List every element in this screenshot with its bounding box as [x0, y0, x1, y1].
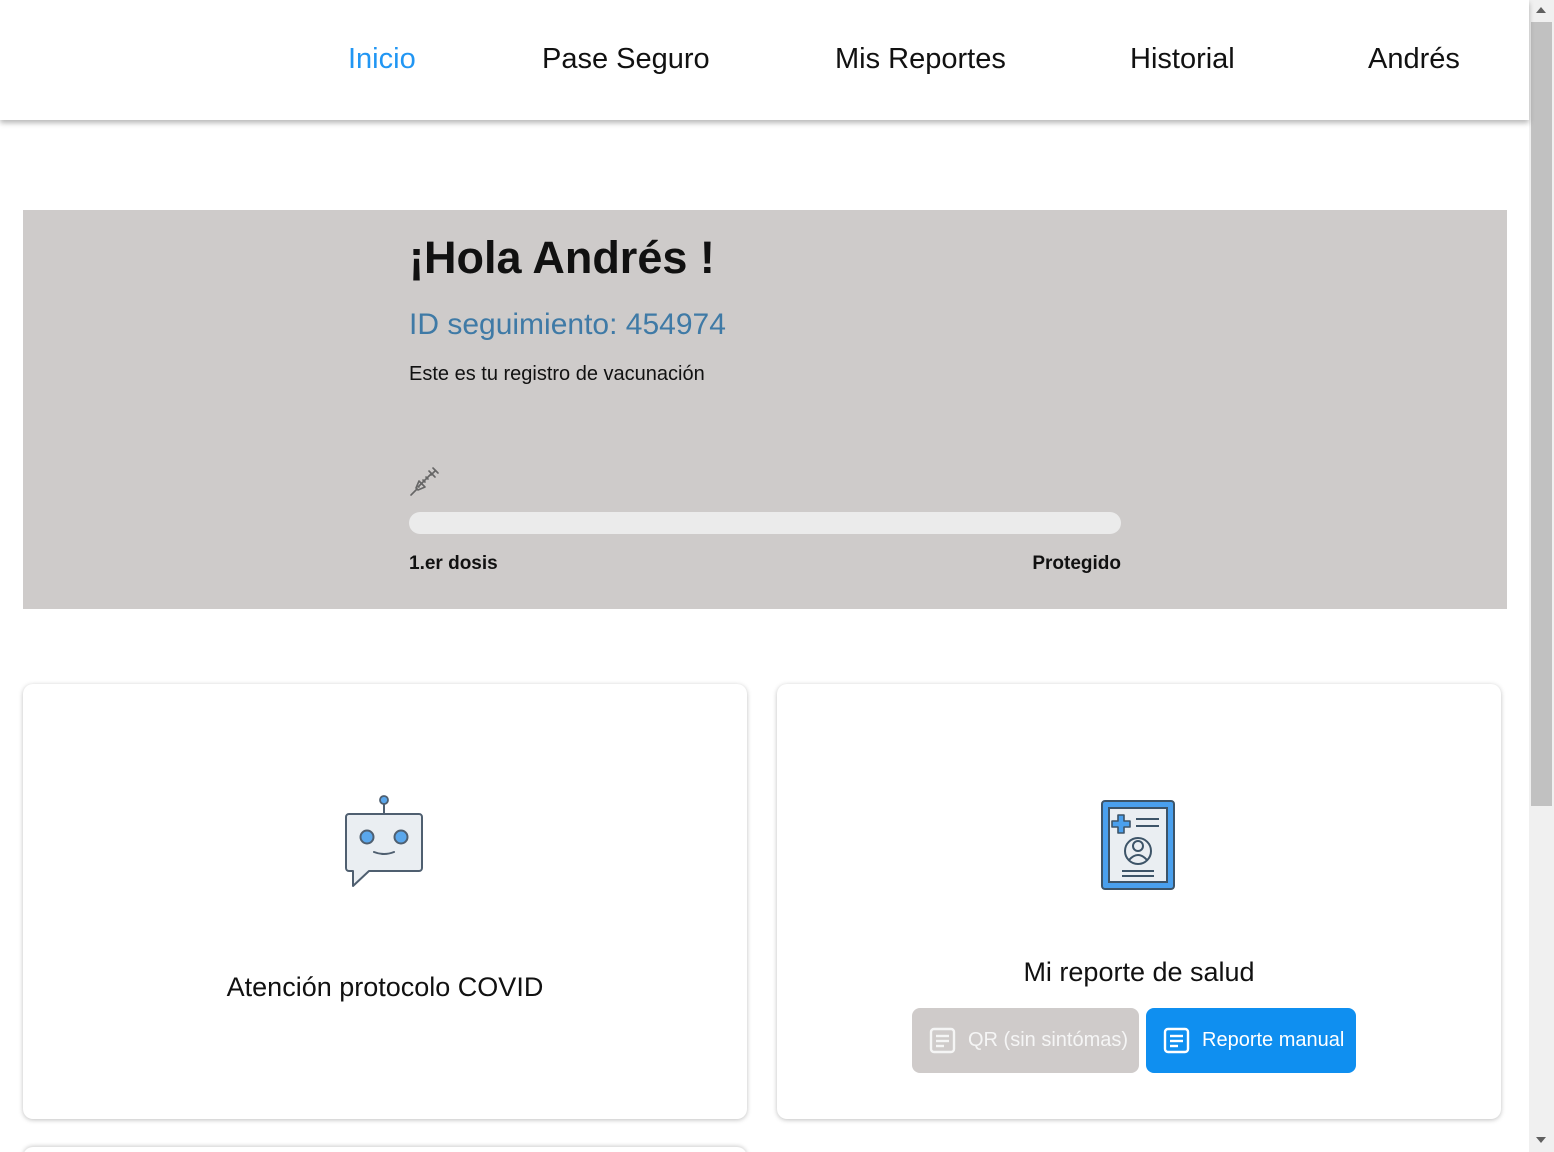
next-card-partial: [23, 1147, 747, 1152]
nav-item-user-menu[interactable]: Andrés: [1368, 40, 1460, 78]
health-report-card: Mi reporte de salud QR (sin sintómas) Re…: [777, 684, 1501, 1119]
robot-chat-icon: [345, 795, 423, 887]
syringe-icon: [410, 467, 439, 496]
qr-no-symptoms-button[interactable]: QR (sin sintómas): [912, 1008, 1139, 1073]
covid-protocol-title: Atención protocolo COVID: [226, 972, 544, 1002]
tracking-id: ID seguimiento: 454974: [409, 308, 726, 341]
qr-no-symptoms-label: QR (sin sintómas): [968, 1029, 1129, 1051]
vertical-scrollbar[interactable]: [1529, 0, 1554, 1152]
scroll-thumb[interactable]: [1531, 22, 1552, 806]
top-nav-bar: Inicio Pase Seguro Mis Reportes Historia…: [0, 0, 1529, 120]
document-icon: [1163, 1027, 1190, 1054]
vaccination-subtitle: Este es tu registro de vacunación: [409, 363, 705, 385]
covid-protocol-card[interactable]: Atención protocolo COVID: [23, 684, 747, 1119]
nav-item-historial[interactable]: Historial: [1130, 40, 1235, 78]
manual-report-label: Reporte manual: [1202, 1029, 1345, 1051]
nav-item-inicio[interactable]: Inicio: [348, 40, 416, 78]
page: Inicio Pase Seguro Mis Reportes Historia…: [0, 0, 1554, 1152]
document-icon: [929, 1027, 956, 1054]
scroll-up-arrow-icon[interactable]: [1536, 7, 1546, 13]
progress-end-label: Protegido: [1032, 553, 1121, 574]
scroll-down-arrow-icon[interactable]: [1536, 1137, 1546, 1143]
manual-report-button[interactable]: Reporte manual: [1146, 1008, 1356, 1073]
nav-item-pase-seguro[interactable]: Pase Seguro: [542, 40, 710, 78]
vaccination-progress-bar: [409, 512, 1121, 534]
progress-start-label: 1.er dosis: [409, 553, 498, 574]
greeting-title: ¡Hola Andrés !: [409, 232, 715, 283]
health-report-title: Mi reporte de salud: [1023, 957, 1255, 987]
nav-item-mis-reportes[interactable]: Mis Reportes: [835, 40, 1006, 78]
medical-record-icon: [1101, 800, 1175, 890]
vaccination-hero: ¡Hola Andrés ! ID seguimiento: 454974 Es…: [23, 210, 1507, 609]
